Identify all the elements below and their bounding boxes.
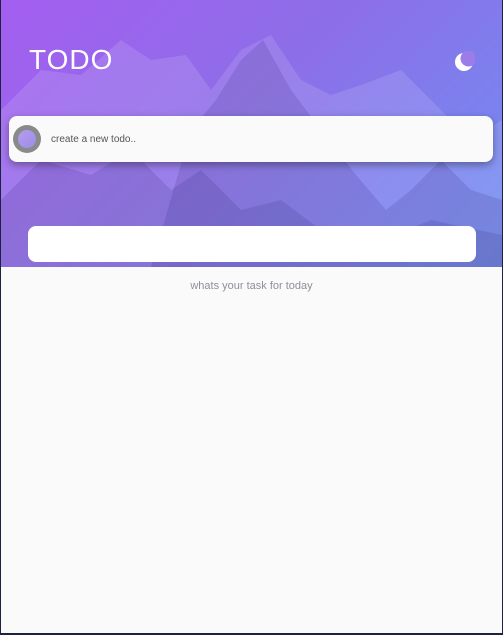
header-banner: TODO — [1, 0, 502, 267]
empty-list-message: whats your task for today — [190, 280, 313, 292]
app-title: TODO — [29, 44, 114, 75]
new-todo-input[interactable] — [49, 128, 473, 150]
new-todo-bar — [9, 116, 493, 162]
moon-icon — [455, 50, 477, 71]
theme-toggle-button[interactable] — [453, 50, 477, 73]
todo-check-circle[interactable] — [13, 125, 41, 153]
todo-list-card — [28, 226, 476, 262]
todo-check-inner — [18, 130, 36, 148]
todo-app: TODO whats your task for today — [1, 0, 502, 633]
